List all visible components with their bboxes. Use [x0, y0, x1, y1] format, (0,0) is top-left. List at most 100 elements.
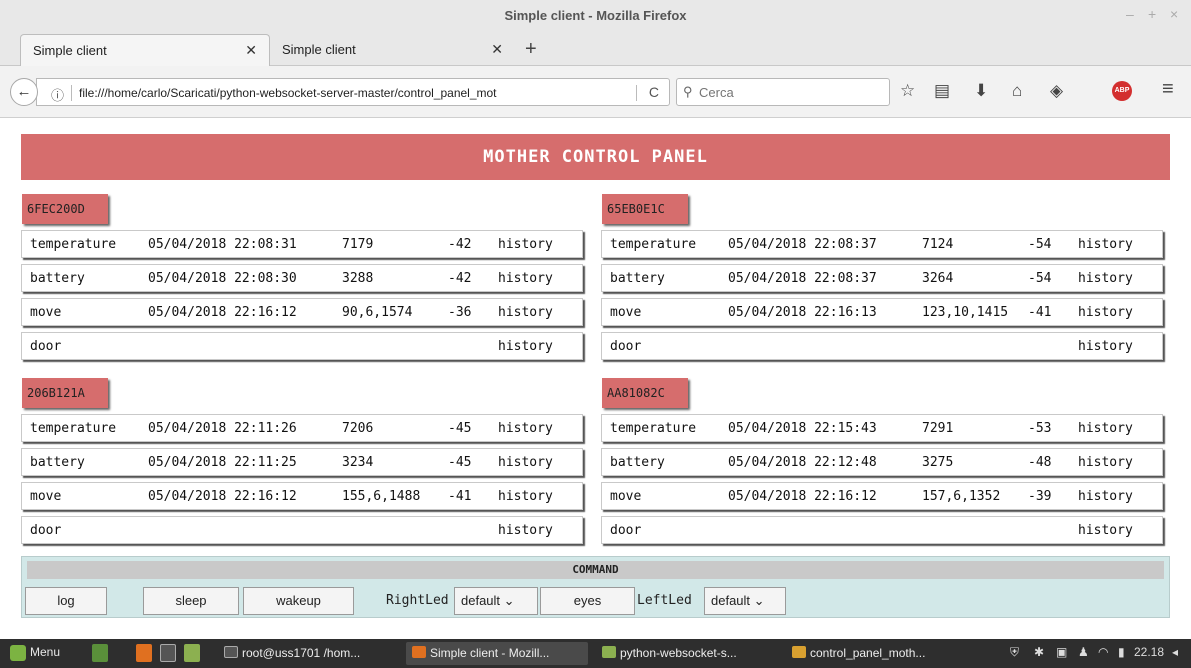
sensor-rssi: -54 — [1028, 237, 1052, 252]
window-title: Simple client - Mozilla Firefox — [504, 8, 687, 23]
battery-icon[interactable]: ▮ — [1118, 645, 1125, 659]
left-led-select[interactable]: default ⌄ — [704, 587, 786, 615]
sensor-row-temperature: temperature 05/04/2018 22:08:31 7179 -42 his… — [21, 230, 583, 258]
history-link[interactable]: history — [498, 271, 553, 286]
minimize-button[interactable]: – — [1126, 6, 1134, 22]
sensor-timestamp: 05/04/2018 22:16:12 — [728, 489, 877, 504]
clipboard-icon[interactable]: ▣ — [1056, 645, 1067, 659]
page-content: MOTHER CONTROL PANEL 6FEC200D temperature… — [0, 119, 1191, 639]
history-link[interactable]: history — [498, 305, 553, 320]
new-tab-button[interactable]: + — [525, 38, 537, 61]
url-bar[interactable]: ⓘ file:///home/carlo/Scaricati/python-we… — [36, 78, 670, 106]
url-text[interactable]: file:///home/carlo/Scaricati/python-webs… — [79, 86, 619, 100]
log-button[interactable]: log — [25, 587, 107, 615]
bluetooth-icon[interactable]: ✱ — [1034, 645, 1044, 659]
sensor-rssi: -36 — [448, 305, 472, 320]
home-icon[interactable]: ⌂ — [1012, 81, 1022, 101]
sensor-timestamp: 05/04/2018 22:16:12 — [148, 489, 297, 504]
wakeup-button[interactable]: wakeup — [243, 587, 354, 615]
history-link[interactable]: history — [1078, 421, 1133, 436]
history-link[interactable]: history — [1078, 339, 1133, 354]
task-firefox[interactable]: Simple client - Mozill... — [406, 642, 588, 665]
history-link[interactable]: history — [498, 237, 553, 252]
right-led-select[interactable]: default ⌄ — [454, 587, 538, 615]
sensor-rssi: -42 — [448, 237, 472, 252]
back-button[interactable]: ← — [10, 78, 38, 106]
adblock-icon[interactable]: ABP — [1112, 81, 1132, 101]
task-editor[interactable]: control_panel_moth... — [786, 642, 966, 665]
close-window-button[interactable]: × — [1170, 6, 1178, 22]
sensor-row-battery: battery 05/04/2018 22:12:48 3275 -48 history — [601, 448, 1163, 476]
sensor-value: 123,10,1415 — [922, 305, 1009, 320]
history-link[interactable]: history — [1078, 489, 1133, 504]
history-link[interactable]: history — [498, 339, 553, 354]
download-icon[interactable]: ⬇ — [974, 81, 988, 101]
device-id-badge[interactable]: 206B121A — [22, 378, 108, 408]
hamburger-menu-icon[interactable]: ≡ — [1162, 79, 1174, 99]
close-icon[interactable]: ✕ — [491, 41, 503, 58]
tab-bar: Simple client ✕ Simple client ✕ — [0, 32, 1191, 66]
sensor-row-battery: battery 05/04/2018 22:08:37 3264 -54 history — [601, 264, 1163, 292]
sensor-rssi: -39 — [1028, 489, 1052, 504]
history-link[interactable]: history — [1078, 237, 1133, 252]
history-link[interactable]: history — [1078, 271, 1133, 286]
volume-icon[interactable]: ◂ — [1172, 645, 1178, 659]
search-box[interactable]: ⚲ — [676, 78, 890, 106]
history-link[interactable]: history — [498, 455, 553, 470]
tab-simple-client-2[interactable]: Simple client ✕ — [270, 34, 515, 66]
page-title-banner: MOTHER CONTROL PANEL — [21, 134, 1170, 180]
history-link[interactable]: history — [498, 489, 553, 504]
sensor-row-door: door history — [601, 332, 1163, 360]
maximize-button[interactable]: + — [1148, 6, 1156, 22]
history-link[interactable]: history — [1078, 455, 1133, 470]
sensor-name: battery — [30, 271, 85, 286]
sensor-row-move: move 05/04/2018 22:16:12 155,6,1488 -41 hist… — [21, 482, 583, 510]
sensor-row-door: door history — [601, 516, 1163, 544]
user-icon[interactable]: ♟ — [1078, 645, 1089, 659]
sensor-name: temperature — [30, 421, 117, 436]
terminal-launcher-icon[interactable] — [160, 644, 176, 662]
sensor-value: 3264 — [922, 271, 954, 286]
sensor-row-battery: battery 05/04/2018 22:11:25 3234 -45 history — [21, 448, 583, 476]
history-link[interactable]: history — [498, 421, 553, 436]
close-icon[interactable]: ✕ — [245, 42, 257, 59]
sleep-button[interactable]: sleep — [143, 587, 239, 615]
sensor-rssi: -45 — [448, 455, 472, 470]
device-id-badge[interactable]: 65EB0E1C — [602, 194, 688, 224]
left-led-label: LeftLed — [637, 593, 692, 608]
sensor-timestamp: 05/04/2018 22:08:30 — [148, 271, 297, 286]
bookmark-star-icon[interactable]: ☆ — [900, 81, 915, 101]
files-launcher-icon[interactable] — [184, 644, 200, 662]
history-link[interactable]: history — [1078, 305, 1133, 320]
task-folder[interactable]: python-websocket-s... — [596, 642, 776, 665]
sensor-row-move: move 05/04/2018 22:16:12 157,6,1352 -39 hist… — [601, 482, 1163, 510]
search-input[interactable] — [699, 83, 879, 101]
sensor-value: 7206 — [342, 421, 374, 436]
sensor-value: 157,6,1352 — [922, 489, 1001, 504]
tab-simple-client-1[interactable]: Simple client ✕ — [20, 34, 270, 66]
shield-icon[interactable]: ⛨ — [1010, 645, 1019, 660]
history-link[interactable]: history — [1078, 523, 1133, 538]
info-icon[interactable]: ⓘ — [51, 85, 64, 104]
reload-icon[interactable]: C — [649, 84, 659, 100]
show-desktop-icon[interactable] — [92, 644, 108, 662]
eyes-button[interactable]: eyes — [540, 587, 635, 615]
sensor-value: 7124 — [922, 237, 954, 252]
firefox-launcher-icon[interactable] — [136, 644, 152, 662]
sensor-rssi: -42 — [448, 271, 472, 286]
pocket-icon[interactable]: ◈ — [1050, 81, 1063, 101]
device-id-badge[interactable]: 6FEC200D — [22, 194, 108, 224]
device-id-badge[interactable]: AA81082C — [602, 378, 688, 408]
reading-list-icon[interactable]: ▤ — [934, 81, 950, 101]
wifi-icon[interactable]: ◠ — [1098, 645, 1108, 659]
sensor-timestamp: 05/04/2018 22:08:31 — [148, 237, 297, 252]
start-menu-button[interactable]: Menu — [10, 645, 60, 661]
navigation-bar: ⓘ file:///home/carlo/Scaricati/python-we… — [0, 66, 1191, 118]
history-link[interactable]: history — [498, 523, 553, 538]
sensor-row-temperature: temperature 05/04/2018 22:11:26 7206 -45 his… — [21, 414, 583, 442]
task-terminal[interactable]: root@uss1701 /hom... — [218, 642, 398, 665]
editor-icon — [792, 646, 806, 658]
sensor-timestamp: 05/04/2018 22:16:13 — [728, 305, 877, 320]
sensor-name: move — [610, 305, 642, 320]
sensor-value: 155,6,1488 — [342, 489, 421, 504]
